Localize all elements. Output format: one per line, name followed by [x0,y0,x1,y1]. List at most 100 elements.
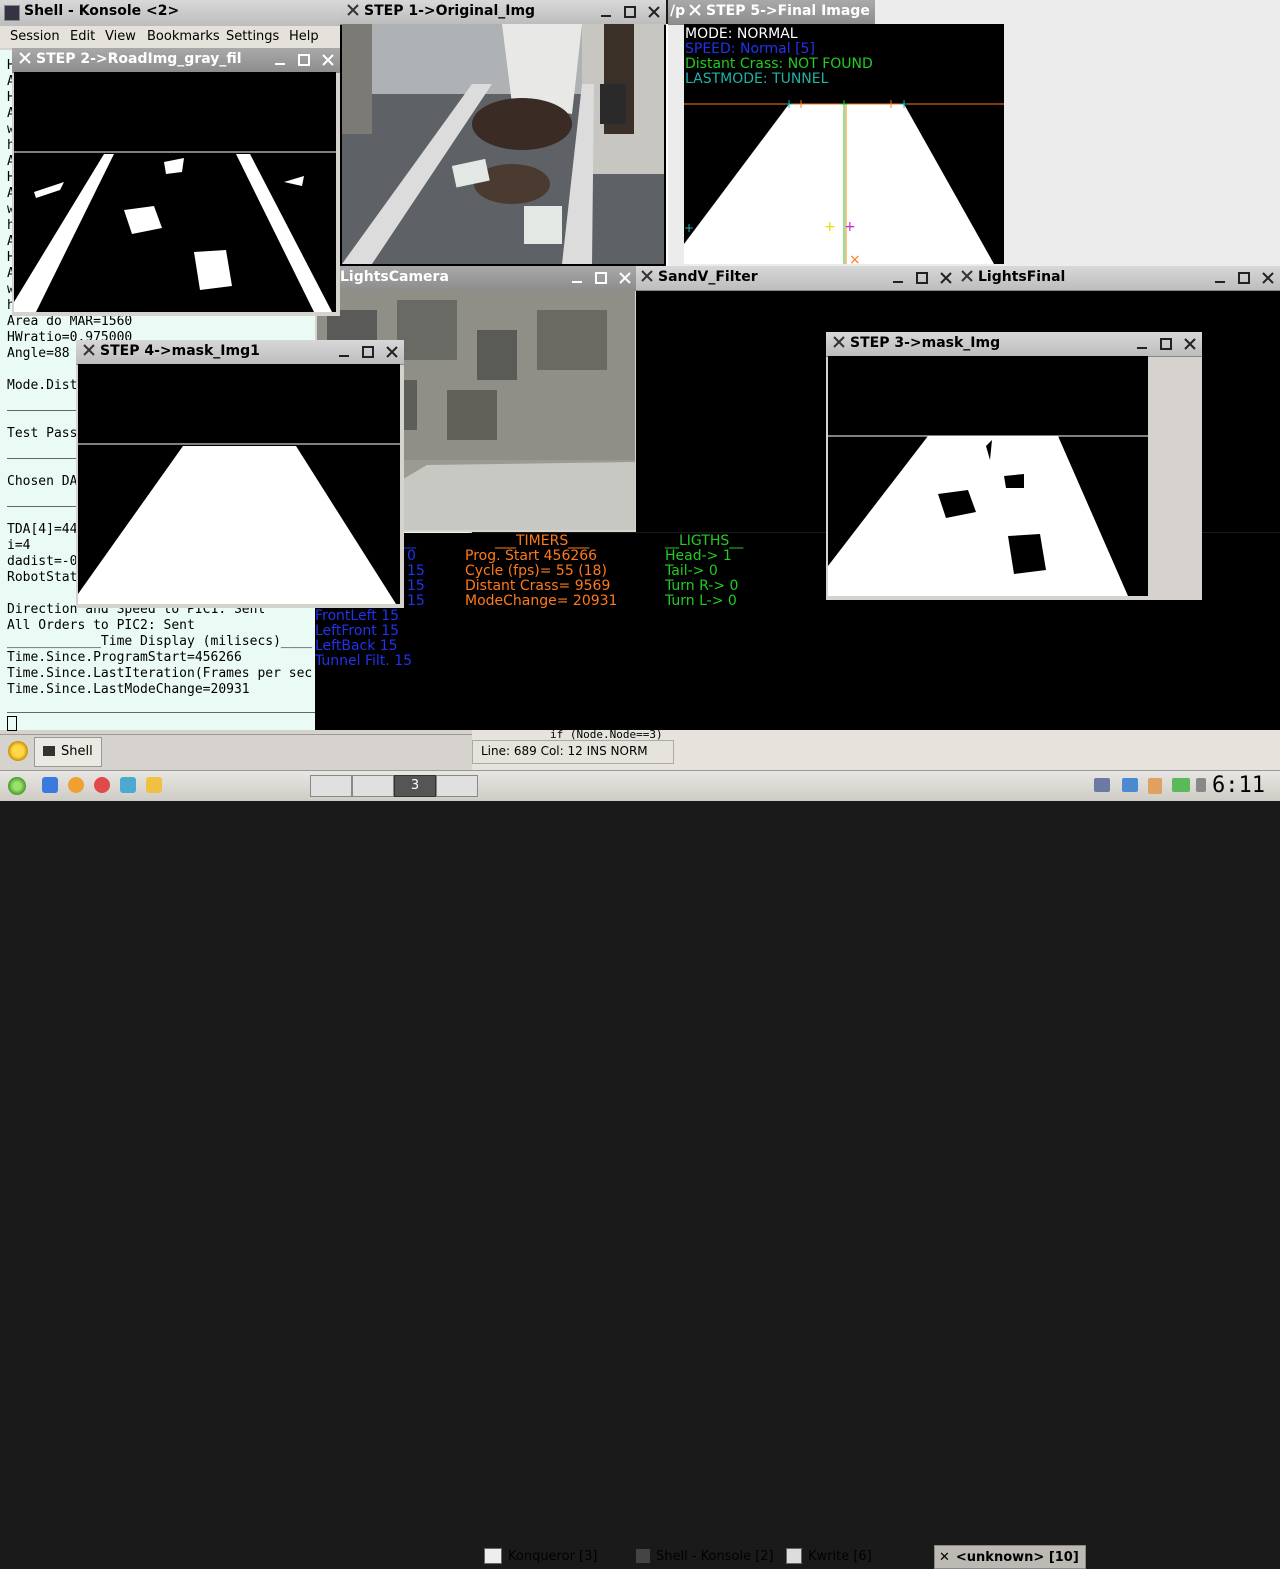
lightscamera-titlebar[interactable]: LightsCamera [315,266,637,291]
task-konsole-label: Shell - Konsole [2] [656,1548,774,1564]
desktop-pager-4[interactable] [436,775,478,797]
mask-image-step4 [78,364,400,604]
terminal-icon [4,5,20,21]
task-kwrite[interactable]: Kwrite [6] [786,1545,930,1567]
sensor-val-3: 15 [407,593,425,609]
desktop-pager-1[interactable] [310,775,352,797]
sensor-val-1: 15 [407,563,425,579]
lightsfinal-titlebar[interactable]: LightsFinal [956,266,1280,291]
console-line: dadist=-0 [7,554,78,569]
kmenu-icon[interactable] [8,777,26,795]
step5-titlebar[interactable]: /p STEP 5->Final Image [668,0,875,25]
step2-window[interactable]: STEP 2->RoadImg_gray_fil [12,48,340,316]
console-line: Test Pass [7,426,78,441]
step5-window[interactable]: /p STEP 5->Final Image + + + + + + + + ×… [668,0,1280,268]
step1-window[interactable]: STEP 1->Original_Img [340,0,666,268]
minimize-icon[interactable] [1208,266,1232,290]
clock[interactable]: 6:11 [1212,773,1265,798]
step3-title: STEP 3->mask_Img [850,335,1001,351]
close-icon[interactable] [1178,332,1202,356]
maximize-icon[interactable] [292,48,316,72]
svg-text:+: + [784,97,794,111]
x-logo-icon [347,4,359,16]
kwrite-window[interactable]: if (Node.Node==3) Line: 689 Col: 12 INS … [472,728,1280,770]
task-konqueror[interactable]: Konqueror [3] [484,1545,632,1567]
final-lastmode: LASTMODE: TUNNEL [685,71,829,87]
svg-text:+: + [796,97,806,111]
sensor-row-0: FrontLeft 15 [315,608,400,624]
terminal-cursor [7,716,17,731]
step1-titlebar[interactable]: STEP 1->Original_Img [340,0,666,25]
close-icon[interactable] [1256,266,1280,290]
sandv-titlebar[interactable]: SandV_Filter [636,266,958,291]
sensor-row-2: LeftBack 15 [315,638,398,654]
x-logo-icon [19,52,31,64]
minimize-icon[interactable] [1130,332,1154,356]
close-icon[interactable] [380,340,404,364]
menu-bookmarks[interactable]: Bookmarks [147,29,220,44]
menu-settings[interactable]: Settings [226,29,279,44]
console-line: Chosen DA [7,474,78,489]
menu-help[interactable]: Help [289,29,319,44]
final-distant: Distant Crass: NOT FOUND [685,56,873,72]
lights-row-3: Turn L-> 0 [665,593,737,609]
maximize-icon[interactable] [589,266,613,290]
minimize-icon[interactable] [268,48,292,72]
help-icon[interactable] [94,777,110,793]
step4-titlebar[interactable]: STEP 4->mask_Img1 [76,340,404,365]
maximize-icon[interactable] [910,266,934,290]
timers-header: ___TIMERS___ [495,533,590,549]
shell-tab-icon [43,746,55,756]
step2-titlebar[interactable]: STEP 2->RoadImg_gray_fil [12,48,340,73]
new-session-icon[interactable] [8,741,28,761]
step5-partial-title: /p [670,3,686,19]
task-unknown[interactable]: ✕ <unknown> [10] [934,1545,1086,1569]
sensor-val-2: 15 [407,578,425,594]
step3-window[interactable]: STEP 3->mask_Img [826,332,1202,600]
close-icon[interactable] [934,266,958,290]
desktop-pager-2[interactable] [352,775,394,797]
svg-text:+: + [899,97,909,111]
battery-icon[interactable] [1172,778,1190,792]
minimize-icon[interactable] [594,0,618,24]
minimize-icon[interactable] [565,266,589,290]
maximize-icon[interactable] [618,0,642,24]
console-line: Time.Since.ProgramStart=456266 [7,650,242,665]
sensor-row-1: LeftFront 15 [315,623,400,639]
step3-titlebar[interactable]: STEP 3->mask_Img [826,332,1202,357]
maximize-icon[interactable] [356,340,380,364]
editor-icon[interactable] [146,777,162,793]
minimize-icon[interactable] [332,340,356,364]
console-line: Time.Since.LastModeChange=20931 [7,682,250,697]
lights-row-0: Head-> 1 [665,548,732,564]
console-line: Angle=88 [7,346,70,361]
console-line: Mode.Dist [7,378,78,393]
step4-window[interactable]: STEP 4->mask_Img1 [76,340,404,608]
minimize-icon[interactable] [886,266,910,290]
keyboard-icon[interactable] [1196,778,1206,792]
desktop-pager-3[interactable]: 3 [394,775,436,797]
tab-shell[interactable]: Shell [34,737,102,767]
svg-text:+: + [684,221,694,235]
maximize-icon[interactable] [1154,332,1178,356]
network-icon[interactable] [1094,778,1110,792]
close-icon[interactable] [613,266,637,290]
volume-icon[interactable] [1122,778,1138,792]
menu-edit[interactable]: Edit [70,29,95,44]
konqueror-icon[interactable] [68,777,84,793]
clipboard-icon[interactable] [1148,778,1162,794]
menu-session[interactable]: Session [10,29,60,44]
maximize-icon[interactable] [1232,266,1256,290]
konsole-titlebar[interactable]: Shell - Konsole <2> [0,0,340,27]
close-icon[interactable] [642,0,666,24]
settings-icon[interactable] [120,777,136,793]
menu-view[interactable]: View [105,29,136,44]
mask-image-step3 [828,356,1148,596]
home-icon[interactable] [42,777,58,793]
x-logo-icon: ✕ [939,1549,950,1565]
close-icon[interactable] [316,48,340,72]
task-konsole[interactable]: Shell - Konsole [2] [636,1545,782,1567]
console-line: ____________Time Display (milisecs)____ [7,634,313,649]
timer-row-1: Cycle (fps)= 55 (18) [465,563,607,579]
console-line: Area do MAR=1560 [7,314,133,329]
